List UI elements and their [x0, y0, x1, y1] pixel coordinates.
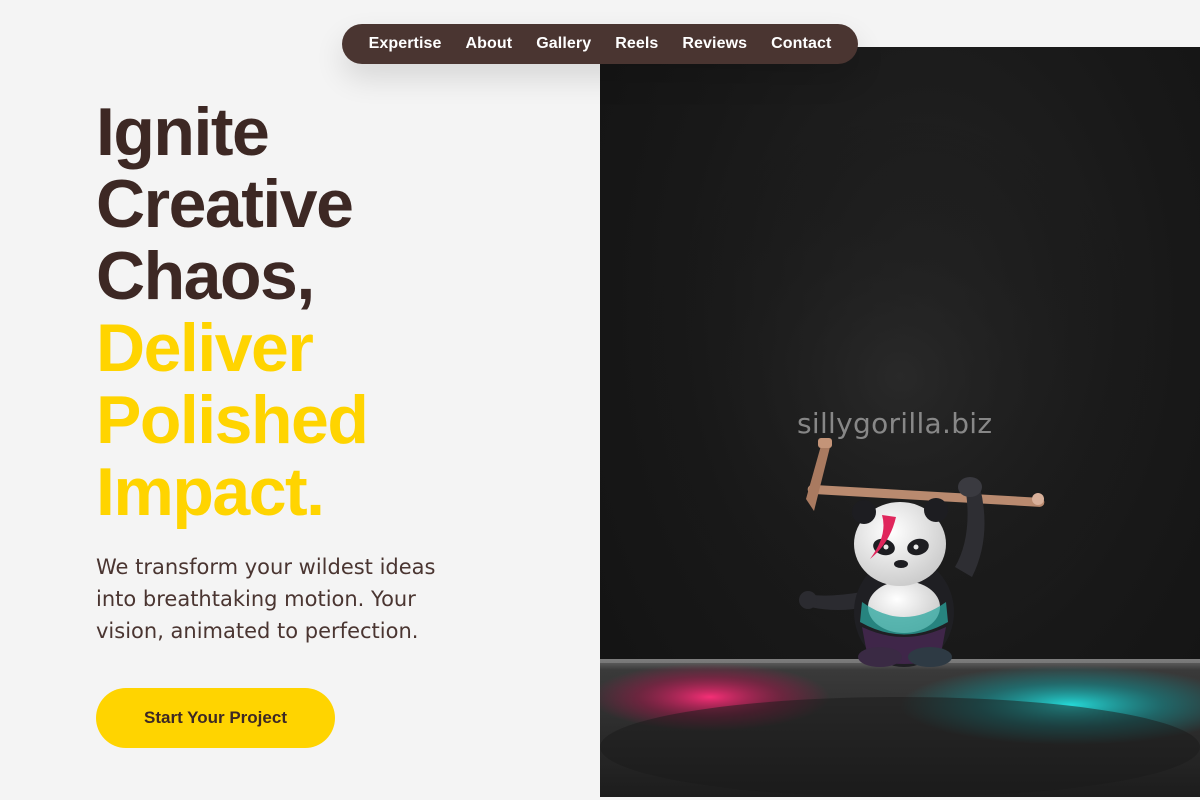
headline-line-5: Polished: [96, 382, 369, 458]
hero-headline: Ignite Creative Chaos, Deliver Polished …: [96, 94, 369, 530]
watermark-text: sillygorilla.biz: [797, 407, 993, 440]
headline-line-2: Creative: [96, 166, 354, 242]
nav-link-reviews[interactable]: Reviews: [682, 35, 747, 53]
hero-photo: sillygorilla.biz: [600, 47, 1200, 797]
main-nav: Expertise About Gallery Reels Reviews Co…: [342, 24, 858, 64]
start-project-button[interactable]: Start Your Project: [96, 688, 335, 748]
headline-line-4: Deliver: [96, 310, 314, 386]
nav-link-contact[interactable]: Contact: [771, 35, 831, 53]
nav-link-reels[interactable]: Reels: [615, 35, 658, 53]
headline-line-1: Ignite: [96, 94, 270, 170]
landing-page: Expertise About Gallery Reels Reviews Co…: [0, 0, 1200, 800]
nav-link-gallery[interactable]: Gallery: [536, 35, 591, 53]
nav-link-about[interactable]: About: [466, 35, 513, 53]
nav-link-expertise[interactable]: Expertise: [369, 35, 442, 53]
headline-line-6: Impact.: [96, 454, 325, 530]
hero-subtext: We transform your wildest ideas into bre…: [96, 555, 436, 643]
headline-line-3: Chaos,: [96, 238, 315, 314]
